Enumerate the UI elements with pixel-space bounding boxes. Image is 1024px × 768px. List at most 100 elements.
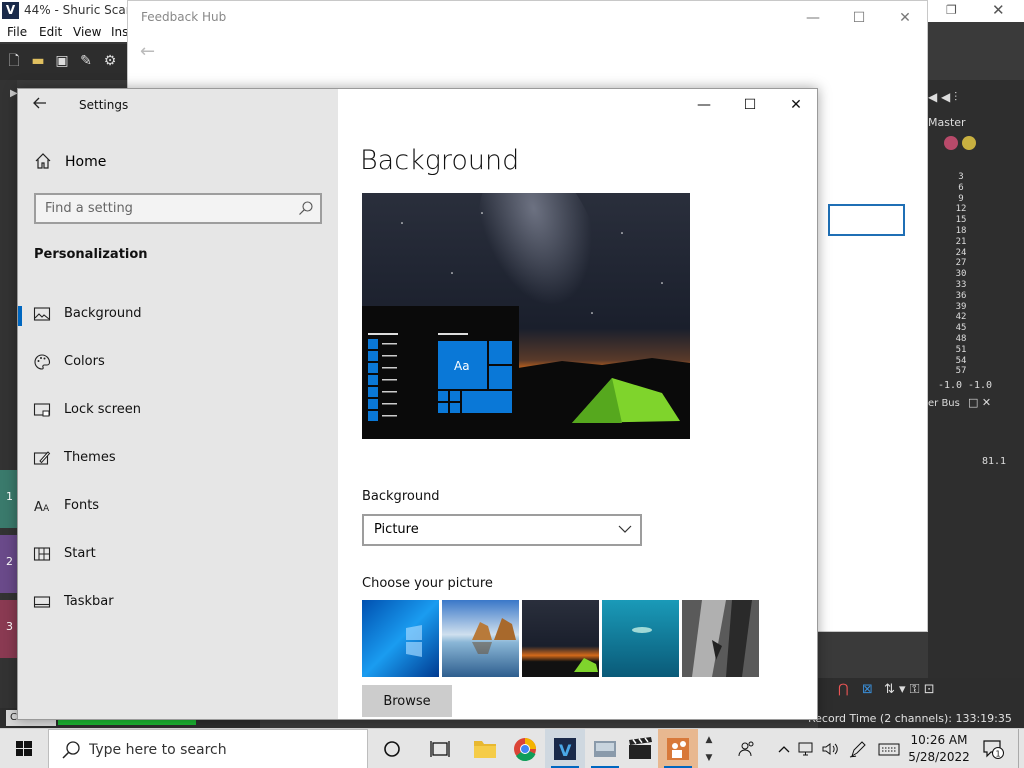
windows-taskbar: V ▲▼ 10:26 AM 5/28/2022 1 [0, 728, 1024, 768]
home-icon [34, 152, 52, 170]
magnet-icon[interactable]: ⋂ [838, 682, 849, 697]
mute-icon[interactable] [944, 136, 958, 150]
sidebar-item-label: Taskbar [64, 594, 114, 609]
bus-window-icons[interactable]: □ ✕ [968, 396, 991, 409]
sidebar-item-label: Themes [64, 450, 116, 465]
background-label: Background [362, 489, 440, 504]
browse-button[interactable]: Browse [362, 685, 452, 717]
menu-view[interactable]: View [73, 25, 101, 39]
show-desktop-button[interactable] [1018, 729, 1024, 768]
meter-readout-right: -1.0 [968, 380, 993, 391]
taskbar-scroll-arrows[interactable]: ▲ ▼ [702, 731, 716, 767]
settings-window-title: Settings [79, 98, 129, 112]
sidebar-item-label: Lock screen [64, 402, 141, 417]
file-explorer-icon[interactable] [465, 729, 505, 768]
meter-scale-label: 48 [955, 334, 967, 344]
meter-scale-label: 15 [955, 215, 967, 226]
pen-icon[interactable] [848, 739, 868, 759]
video-editor-icon[interactable] [620, 729, 660, 768]
picture-thumbnail-windows[interactable] [362, 600, 439, 677]
sidebar-item-label: Start [64, 546, 96, 561]
start-icon [33, 545, 51, 563]
record-time: Record Time (2 channels): 133:19:35 [808, 712, 1012, 725]
task-view-button[interactable] [420, 729, 460, 768]
track-header-1[interactable]: 1 [0, 470, 17, 528]
picture-thumbnail-underwater[interactable] [602, 600, 679, 677]
feedback-close-icon[interactable]: ✕ [890, 7, 920, 29]
gear-icon[interactable]: ⚙ [102, 53, 118, 69]
new-file-icon[interactable]: 🗋 [6, 53, 22, 69]
sidebar-item-colors[interactable]: Colors [18, 342, 338, 382]
keyboard-icon[interactable] [878, 739, 900, 759]
sidebar-item-taskbar[interactable]: Taskbar [18, 582, 338, 622]
svg-text:A: A [43, 504, 50, 514]
meter-scale-label: 45 [955, 323, 967, 334]
menu-edit[interactable]: Edit [39, 25, 62, 39]
feedback-maximize-icon[interactable]: ☐ [844, 7, 874, 29]
vegas-close-icon[interactable]: ✕ [992, 1, 1005, 19]
maximize-icon[interactable]: ☐ [727, 93, 773, 117]
network-icon[interactable] [796, 739, 816, 759]
solo-icon[interactable] [962, 136, 976, 150]
sidebar-item-themes[interactable]: Themes [18, 438, 338, 478]
track-header-3[interactable]: 3 [0, 600, 17, 658]
menu-file[interactable]: File [7, 25, 27, 39]
clock-date: 5/28/2022 [908, 750, 970, 764]
save-icon[interactable]: ▣ [54, 53, 70, 69]
minimize-icon[interactable]: — [681, 93, 727, 117]
track-header-2[interactable]: 2 [0, 535, 17, 593]
meter-scale-label: 30 [955, 269, 967, 280]
vegas-status-area: ⋂ ⊠ ⇅ ▾ ⚿ ⊡ Record Time (2 channels): 13… [808, 678, 1024, 728]
close-icon[interactable]: ✕ [773, 93, 817, 117]
taskbar-search-input[interactable] [89, 738, 359, 762]
track-number-2: 2 [6, 555, 13, 568]
meter-scale-label: 36 [955, 290, 967, 301]
meter-scale-label: 6 [958, 182, 964, 193]
ripple-icon[interactable]: ⊠ [862, 682, 873, 697]
vegas-restore-icon[interactable]: ❐ [946, 3, 957, 17]
sidebar-item-background[interactable]: Background [18, 294, 338, 334]
page-title: Background [360, 145, 520, 176]
feedback-input-field[interactable] [828, 204, 905, 236]
picture-thumbnail-night-tent[interactable] [522, 600, 599, 677]
taskbar-icon [33, 593, 51, 611]
background-type-dropdown[interactable]: Picture [362, 514, 642, 546]
vegas-menu-bar: File Edit View Ins [0, 22, 130, 42]
cortana-button[interactable] [372, 729, 412, 768]
edit-tools-icon[interactable]: ⇅ ▾ ⚿ ⊡ [884, 682, 935, 697]
start-button[interactable] [0, 729, 48, 768]
open-folder-icon[interactable]: ▬ [30, 53, 46, 69]
feedback-back-icon[interactable]: ← [140, 41, 155, 62]
speaker-icon[interactable] [820, 739, 840, 759]
sidebar-item-lock-screen[interactable]: Lock screen [18, 390, 338, 430]
sidebar-item-fonts[interactable]: AA Fonts [18, 486, 338, 526]
people-app-icon[interactable] [658, 729, 698, 768]
chevron-up-icon[interactable] [774, 739, 794, 759]
palette-icon [33, 353, 51, 371]
action-center-button[interactable]: 1 [982, 738, 1004, 760]
picture-thumbnail-rock[interactable] [682, 600, 759, 677]
track-number-1: 1 [6, 490, 13, 503]
search-input[interactable] [36, 195, 286, 222]
settings-window: Settings Home Personalization Background… [17, 88, 818, 720]
search-icon [61, 740, 81, 760]
meter-scale-label: 57 [955, 366, 967, 377]
sidebar-item-start[interactable]: Start [18, 534, 338, 574]
scanner-app-icon[interactable] [585, 729, 625, 768]
svg-text:A: A [34, 500, 43, 515]
meter-scale-label: 39 [955, 301, 967, 312]
feedback-minimize-icon[interactable]: — [798, 7, 828, 29]
back-arrow-icon[interactable] [32, 95, 52, 115]
home-link[interactable]: Home [34, 151, 324, 175]
search-icon[interactable] [298, 200, 314, 216]
vegas-toolbar: 🗋 ▬ ▣ ✎ ⚙ [0, 44, 130, 80]
picture-thumbnail-beach[interactable] [442, 600, 519, 677]
menu-insert[interactable]: Ins [111, 25, 128, 39]
taskbar-clock[interactable]: 10:26 AM 5/28/2022 [900, 732, 978, 766]
people-icon[interactable] [737, 739, 757, 759]
svg-text:V: V [559, 741, 572, 760]
mixer-tool-icons[interactable]: ◀ ◀ ⫶ [928, 90, 957, 105]
vegas-taskbar-icon[interactable]: V [545, 729, 585, 768]
chrome-icon[interactable] [505, 729, 545, 768]
render-icon[interactable]: ✎ [78, 53, 94, 69]
